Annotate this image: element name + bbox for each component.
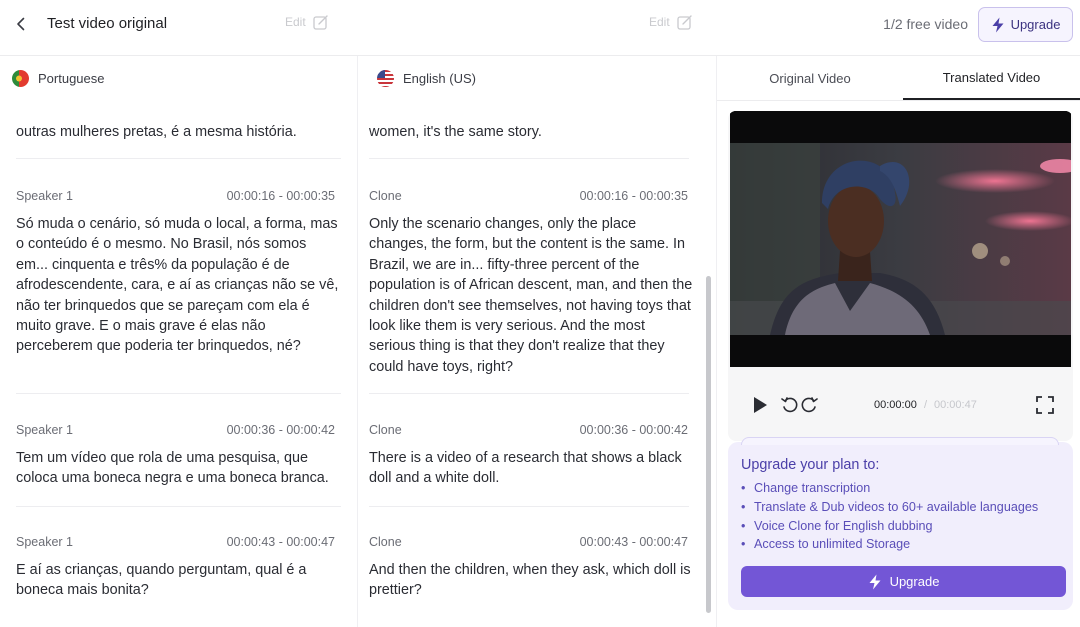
target-language-header: English (US): [377, 56, 707, 100]
source-segment-text[interactable]: outras mulheres pretas, é a mesma histór…: [16, 122, 341, 142]
edit-icon: [677, 15, 692, 30]
rewind-icon: [781, 397, 798, 413]
target-segment-text[interactable]: And then the children, when they ask, wh…: [369, 560, 694, 601]
promo-feature-item: Change transcription: [741, 479, 1038, 498]
target-language-label: English (US): [403, 70, 476, 86]
source-edit-label: Edit: [285, 15, 306, 29]
source-segment-text[interactable]: E aí as crianças, quando perguntam, qual…: [16, 560, 341, 601]
video-duration: 00:00:47: [934, 399, 977, 411]
row-divider: [16, 393, 341, 394]
promo-feature-item: Translate & Dub videos to 60+ available …: [741, 498, 1038, 517]
target-speaker-label: Clone: [369, 535, 402, 549]
target-speaker-label: Clone: [369, 189, 402, 203]
target-speaker-label: Clone: [369, 423, 402, 437]
video-frame[interactable]: [730, 111, 1073, 367]
tab-original-video[interactable]: Original Video: [717, 56, 903, 100]
top-bar: Test video original 1/2 free video Upgra…: [0, 0, 1080, 56]
free-video-counter: 1/2 free video: [883, 16, 968, 32]
lightning-icon: [869, 574, 881, 589]
target-timestamp: 00:00:36 - 00:00:42: [579, 423, 688, 437]
play-button[interactable]: [750, 395, 770, 415]
transcript-scrollbar[interactable]: [706, 276, 711, 613]
target-edit-button[interactable]: Edit: [649, 14, 693, 30]
target-segment-text[interactable]: Only the scenario changes, only the plac…: [369, 214, 694, 377]
upgrade-button-label: Upgrade: [1010, 17, 1061, 32]
source-segment-text[interactable]: Tem um vídeo que rola de uma pesquisa, q…: [16, 448, 341, 489]
target-timestamp: 00:00:16 - 00:00:35: [579, 189, 688, 203]
row-divider: [369, 506, 689, 507]
tabs-divider: [717, 100, 1080, 101]
source-speaker-label: Speaker 1: [16, 423, 73, 437]
promo-feature-list: Change transcription Translate & Dub vid…: [741, 479, 1038, 554]
promo-title: Upgrade your plan to:: [741, 457, 880, 473]
target-segment-text[interactable]: women, it's the same story.: [369, 122, 694, 142]
upgrade-button[interactable]: Upgrade: [978, 7, 1073, 42]
row-divider: [369, 158, 689, 159]
source-segment-text[interactable]: Só muda o cenário, só muda o local, a fo…: [16, 214, 341, 357]
tab-translated-video[interactable]: Translated Video: [903, 56, 1080, 100]
player-controls: 00:00:00 / 00:00:47: [728, 383, 1073, 423]
video-player: 00:00:00 / 00:00:47: [728, 111, 1073, 441]
forward-icon: [801, 397, 818, 413]
promo-upgrade-button[interactable]: Upgrade: [741, 566, 1066, 597]
promo-feature-item: Voice Clone for English dubbing: [741, 517, 1038, 536]
source-speaker-label: Speaker 1: [16, 189, 73, 203]
column-divider: [357, 56, 358, 627]
promo-feature-item: Access to unlimited Storage: [741, 535, 1038, 554]
chevron-left-icon: [17, 17, 25, 31]
fullscreen-button[interactable]: [1034, 395, 1056, 415]
row-divider: [16, 506, 341, 507]
promo-upgrade-button-label: Upgrade: [889, 574, 940, 589]
panel-divider: [716, 56, 717, 627]
page-title: Test video original: [47, 15, 168, 32]
source-timestamp: 00:00:36 - 00:00:42: [226, 423, 335, 437]
promo-top-edge: [741, 437, 1059, 445]
source-timestamp: 00:00:43 - 00:00:47: [226, 535, 335, 549]
rewind-button[interactable]: [780, 395, 800, 415]
source-timestamp: 00:00:16 - 00:00:35: [226, 189, 335, 203]
target-edit-label: Edit: [649, 15, 670, 29]
lightning-icon: [992, 17, 1004, 32]
row-divider: [369, 393, 689, 394]
target-timestamp: 00:00:43 - 00:00:47: [579, 535, 688, 549]
source-edit-button[interactable]: Edit: [285, 14, 329, 30]
edit-icon: [313, 15, 328, 30]
row-divider: [16, 158, 341, 159]
time-separator: /: [924, 399, 928, 411]
current-time: 00:00:00: [874, 399, 917, 411]
source-language-label: Portuguese: [38, 70, 105, 86]
source-language-header: Portuguese: [12, 56, 342, 100]
forward-button[interactable]: [799, 395, 819, 415]
back-button[interactable]: [10, 12, 32, 36]
target-segment-text[interactable]: There is a video of a research that show…: [369, 448, 694, 489]
fullscreen-icon: [1036, 396, 1054, 414]
play-icon: [754, 397, 767, 413]
portugal-flag-icon: [12, 69, 29, 87]
us-flag-icon: [377, 69, 394, 87]
source-speaker-label: Speaker 1: [16, 535, 73, 549]
